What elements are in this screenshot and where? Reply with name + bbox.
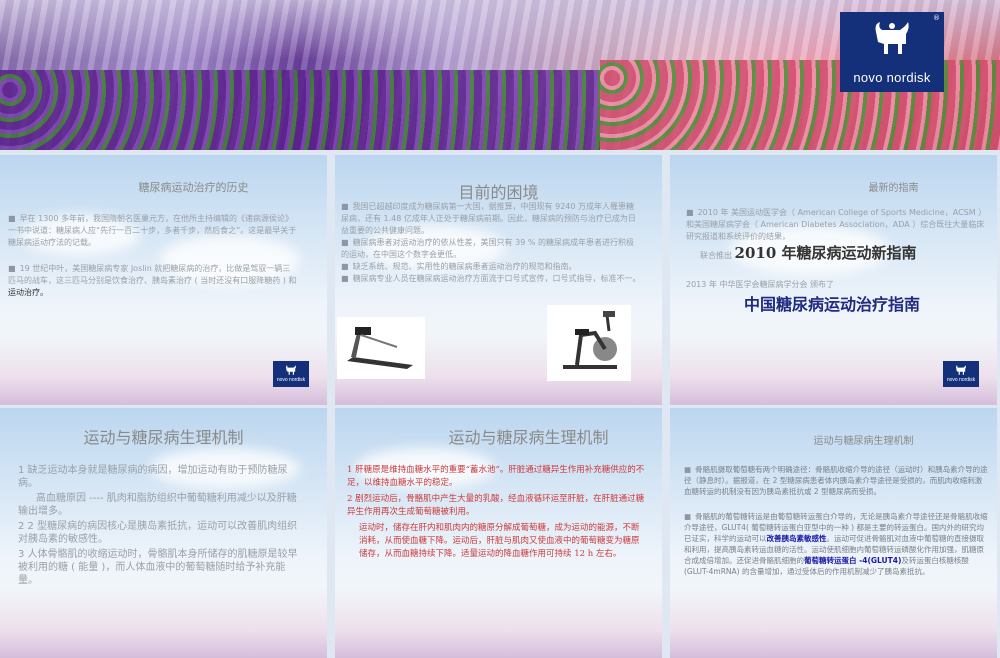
guideline-2010-text: ■ 2010 年 美国运动医学会（ American College of Spo… bbox=[686, 208, 985, 241]
apis-bull-icon bbox=[286, 365, 296, 375]
slide-latest-guidelines[interactable]: 最新的指南 ■ 2010 年 美国运动医学会（ American College … bbox=[670, 155, 997, 405]
slide-title: 最新的指南 bbox=[868, 183, 919, 194]
exercise-bike-image bbox=[547, 305, 631, 381]
list-item: 1 缺乏运动本身就是糖尿病的病因，增加运动有助于预防糖尿病。 bbox=[18, 465, 288, 489]
list-item: ■ 糖尿病患者对运动治疗的依从性差，美国只有 39 % 的糖尿病成年患者进行积极的… bbox=[341, 238, 634, 259]
slide-current-dilemma[interactable]: 目前的困境 ■ 我国已超越印度成为糖尿病第一大国，据推算，中国现有 9240 万成… bbox=[335, 155, 662, 405]
registered-mark: ® bbox=[933, 14, 940, 22]
exercise-bike-icon bbox=[563, 311, 617, 369]
history-paragraph-2: ■ 19 世纪中叶，美国糖尿病专家 Joslin 就把糖尿病的治疗，比做是驾驭一辆… bbox=[8, 264, 297, 297]
slide-mechanism-2[interactable]: 运动与糖尿病生理机制 1 肝糖原是维持血糖水平的重要“蓄水池”。肝脏通过糖异生作… bbox=[335, 408, 662, 658]
slide-history[interactable]: 糖尿病运动治疗的历史 ■ 早在 1300 多年前，我国隋朝名医巢元方，在他所主持编… bbox=[0, 155, 327, 405]
brand-name: novo nordisk bbox=[853, 70, 931, 85]
slide-mechanism-1[interactable]: 运动与糖尿病生理机制 1 缺乏运动本身就是糖尿病的病因，增加运动有助于预防糖尿病… bbox=[0, 408, 327, 658]
list-item: 2 剧烈运动后，骨骼肌中产生大量的乳酸，经血液循环运至肝脏，在肝脏通过糖异生作用… bbox=[347, 494, 645, 517]
list-item: ■ 糖尿病专业人员在糖尿病运动治疗方面流于口号式宣传，口号式指导，标准不一。 bbox=[341, 274, 641, 283]
slide-title: 糖尿病运动治疗的历史 bbox=[138, 181, 249, 194]
guideline-2010-release: 联合推出 2010 年糖尿病运动新指南 bbox=[700, 244, 917, 262]
guideline-2013-title: 中国糖尿病运动治疗指南 bbox=[744, 295, 921, 314]
list-item: ■ 我国已超越印度成为糖尿病第一大国，据推算，中国现有 9240 万成年人罹患糖尿… bbox=[341, 202, 636, 235]
slide-mechanism-3[interactable]: 运动与糖尿病生理机制 ■ 骨骼肌摄取葡萄糖有两个明确途径：骨骼肌收缩介导的途径（运… bbox=[670, 408, 997, 658]
slide-title: 目前的困境 bbox=[458, 183, 539, 202]
slide-title: 运动与糖尿病生理机制 bbox=[83, 428, 244, 447]
history-paragraph-1: ■ 早在 1300 多年前，我国隋朝名医巢元方，在他所主持编辑的《诸病源侯论》一书… bbox=[8, 214, 297, 247]
list-item: 3 人体骨骼肌的收缩运动时，骨骼肌本身所储存的肌糖原是较早被利用的糖 ( 能量 … bbox=[18, 549, 298, 586]
apis-bull-icon bbox=[875, 22, 909, 54]
list-item: 2 2 型糖尿病的病因核心是胰岛素抵抗，运动可以改善肌肉组织对胰岛素的敏感性。 bbox=[18, 521, 298, 545]
mechanism-list: 1 缺乏运动本身就是糖尿病的病因，增加运动有助于预防糖尿病。 高血糖原因 ---… bbox=[18, 464, 300, 587]
slide-title: 运动与糖尿病生理机制 bbox=[813, 436, 914, 447]
list-item: ■ 缺乏系统、规范、实用性的糖尿病患者运动治疗的规范和指南。 bbox=[341, 262, 577, 271]
list-item: 高血糖原因 ---- 肌肉和脂肪组织中葡萄糖利用减少以及肝糖输出增多。 bbox=[18, 493, 297, 517]
glut4-paragraph-1: ■ 骨骼肌摄取葡萄糖有两个明确途径：骨骼肌收缩介导的途径（运动时）和胰岛素介导的途… bbox=[684, 465, 988, 496]
apis-bull-icon bbox=[956, 365, 966, 375]
purple-tulips-image bbox=[0, 70, 600, 150]
treadmill-icon bbox=[347, 327, 413, 369]
glut4-paragraph-2: ■ 骨骼肌的葡萄糖转运是由葡萄糖转运蛋白介导的，无论是胰岛素介导途径还是骨骼肌收缩… bbox=[684, 512, 988, 576]
novo-nordisk-logo: ® novo nordisk bbox=[840, 12, 944, 92]
mini-logo: novo nordisk bbox=[273, 361, 309, 387]
list-item: 1 肝糖原是维持血糖水平的重要“蓄水池”。肝脏通过糖异生作用补充糖供应的不足，以… bbox=[347, 465, 645, 488]
treadmill-image bbox=[337, 317, 425, 379]
header-banner: ® novo nordisk bbox=[0, 0, 1000, 150]
list-item: 运动时，储存在肝内和肌肉内的糖原分解成葡萄糖，成为运动的能源，不断消耗，从而使血… bbox=[359, 523, 640, 559]
guideline-2013-text: 2013 年 中华医学会糖尿病学分会 颁布了 bbox=[686, 280, 834, 289]
mini-logo: novo nordisk bbox=[943, 361, 979, 387]
dilemma-list: ■ 我国已超越印度成为糖尿病第一大国，据推算，中国现有 9240 万成年人罹患糖尿… bbox=[341, 201, 641, 285]
mechanism-liver-list: 1 肝糖原是维持血糖水平的重要“蓄水池”。肝脏通过糖异生作用补充糖供应的不足，以… bbox=[347, 464, 647, 561]
slide-title: 运动与糖尿病生理机制 bbox=[448, 428, 609, 447]
